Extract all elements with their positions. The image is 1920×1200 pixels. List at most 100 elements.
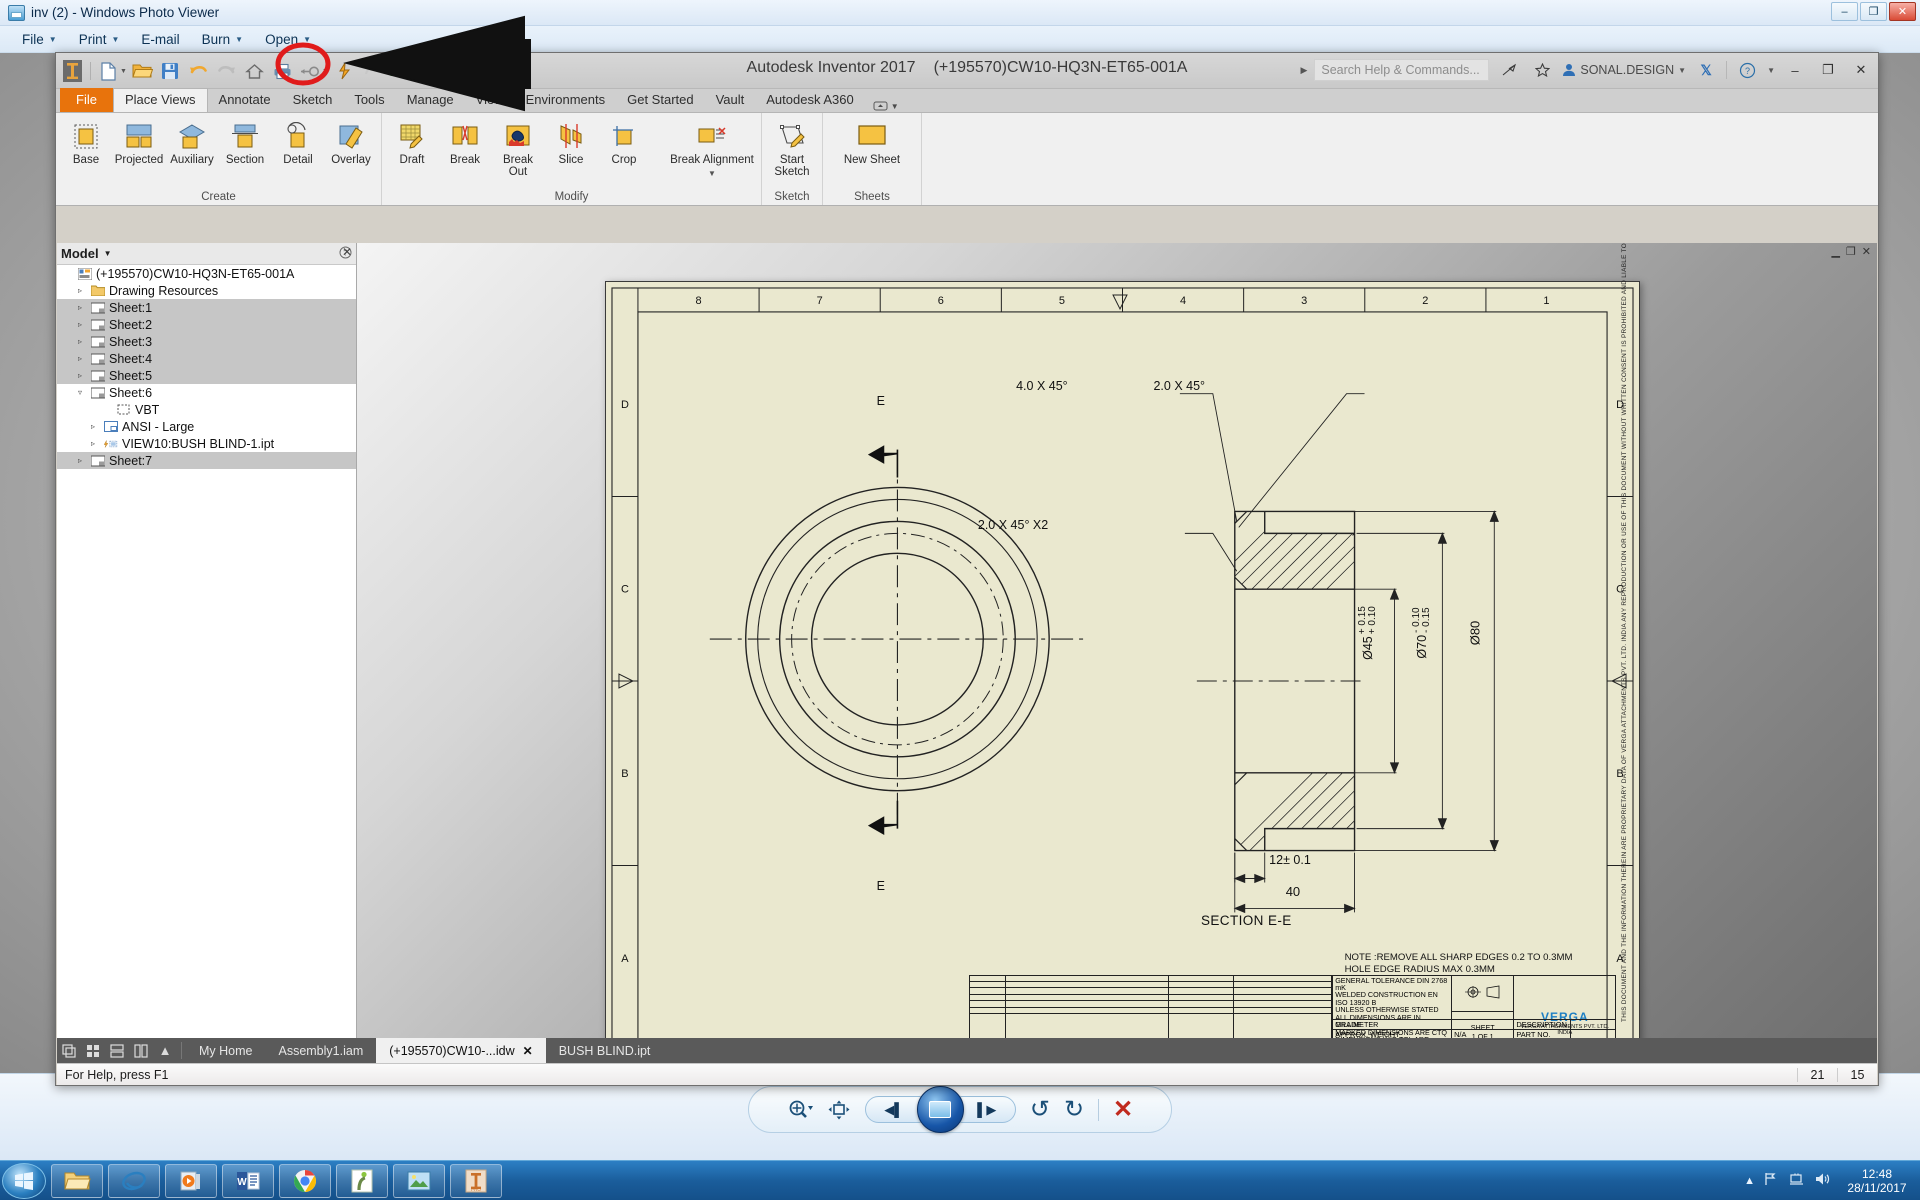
clock[interactable]: 12:48 28/11/2017 bbox=[1840, 1167, 1914, 1195]
inventor-minimize-button[interactable]: – bbox=[1782, 59, 1808, 81]
new-sheet-button[interactable]: New Sheet bbox=[827, 117, 917, 169]
tab-file[interactable]: File bbox=[60, 88, 113, 112]
auxiliary-view-button[interactable]: Auxiliary bbox=[166, 117, 218, 169]
tree-item-sheet-1[interactable]: ▹ Sheet:1 bbox=[57, 299, 356, 316]
browser-title[interactable]: Model ▼ bbox=[61, 246, 111, 261]
crop-button[interactable]: Crop bbox=[598, 117, 650, 169]
app-icon[interactable] bbox=[336, 1163, 388, 1198]
projected-view-button[interactable]: Projected bbox=[113, 117, 165, 169]
open-icon[interactable] bbox=[130, 59, 155, 83]
show-hidden-icons[interactable]: ▲ bbox=[1744, 1175, 1755, 1187]
chevron-down-icon[interactable]: ▼ bbox=[708, 168, 716, 180]
grid-icon[interactable] bbox=[81, 1038, 105, 1063]
new-icon[interactable] bbox=[96, 59, 121, 83]
overlay-view-button[interactable]: Overlay bbox=[325, 117, 377, 169]
break-button[interactable]: Break bbox=[439, 117, 491, 169]
base-view-button[interactable]: Base bbox=[60, 117, 112, 169]
favorites-star-icon[interactable] bbox=[1529, 59, 1555, 81]
user-account[interactable]: SONAL.DESIGN ▼ bbox=[1562, 63, 1686, 77]
inventor-restore-button[interactable]: ❐ bbox=[1815, 59, 1841, 81]
zoom-icon[interactable] bbox=[787, 1099, 813, 1121]
tab-view[interactable]: View bbox=[465, 89, 515, 112]
tree-item-sheet-6[interactable]: ▿ Sheet:6 bbox=[57, 384, 356, 401]
tab-get-started[interactable]: Get Started bbox=[616, 89, 704, 112]
chevron-down-icon[interactable]: ▼ bbox=[412, 68, 419, 75]
explorer-icon[interactable] bbox=[51, 1163, 103, 1198]
vault-icon[interactable] bbox=[388, 59, 413, 83]
tree-twisty[interactable]: ▹ bbox=[74, 320, 86, 329]
chevron-right-icon[interactable]: ▶ bbox=[1300, 65, 1307, 76]
chevron-down-icon[interactable]: ▼ bbox=[104, 249, 112, 258]
collapse-icon[interactable]: ▲ bbox=[153, 1038, 177, 1063]
chevron-down-icon[interactable]: ▼ bbox=[120, 68, 127, 75]
close-icon[interactable]: ✕ bbox=[523, 1044, 533, 1058]
tab-vault[interactable]: Vault bbox=[705, 89, 756, 112]
return-icon[interactable] bbox=[360, 59, 385, 83]
internet-explorer-icon[interactable] bbox=[108, 1163, 160, 1198]
add-icon[interactable] bbox=[422, 59, 447, 83]
slideshow-button[interactable] bbox=[916, 1086, 964, 1133]
select-icon[interactable] bbox=[298, 59, 323, 83]
tree-item-drawing-resources[interactable]: ▹ Drawing Resources bbox=[57, 282, 356, 299]
close-icon[interactable]: ✕ bbox=[342, 245, 352, 259]
chevron-down-icon[interactable]: ▼ bbox=[1767, 66, 1775, 75]
share-icon[interactable] bbox=[1496, 59, 1522, 81]
menu-burn[interactable]: Burn ▼ bbox=[192, 29, 253, 50]
menu-email[interactable]: E-mail bbox=[131, 29, 189, 50]
drawing-sheet[interactable]: 8765432187654321DDCCBBAA 2.0 X 45° 4.0 X… bbox=[605, 243, 1640, 1038]
media-player-icon[interactable] bbox=[165, 1163, 217, 1198]
redo-icon[interactable] bbox=[214, 59, 239, 83]
tile-icon[interactable] bbox=[57, 1038, 81, 1063]
update-icon[interactable] bbox=[332, 59, 357, 83]
network-icon[interactable] bbox=[1764, 1172, 1780, 1189]
delete-icon[interactable]: ✕ bbox=[1113, 1095, 1133, 1124]
menu-print[interactable]: Print ▼ bbox=[69, 29, 130, 50]
volume-icon[interactable] bbox=[1814, 1172, 1831, 1189]
horizontal-icon[interactable] bbox=[105, 1038, 129, 1063]
maximize-button[interactable]: ❐ bbox=[1860, 2, 1887, 21]
doctab-bush-blind[interactable]: BUSH BLIND.ipt bbox=[546, 1038, 664, 1063]
inventor-close-button[interactable]: ✕ bbox=[1848, 59, 1874, 81]
word-icon[interactable]: W bbox=[222, 1163, 274, 1198]
tab-place-views[interactable]: Place Views bbox=[112, 88, 208, 112]
tab-autodesk-a360[interactable]: Autodesk A360 bbox=[755, 89, 864, 112]
break-out-button[interactable]: Break Out bbox=[492, 117, 544, 181]
inventor-icon[interactable]: PRO bbox=[450, 1163, 502, 1198]
tree-item-sheet-2[interactable]: ▹ Sheet:2 bbox=[57, 316, 356, 333]
tree-twisty[interactable]: ▹ bbox=[74, 303, 86, 312]
tree-twisty[interactable]: ▿ bbox=[74, 388, 86, 397]
chevron-down-icon[interactable]: ▼ bbox=[446, 68, 453, 75]
menu-open[interactable]: Open ▼ bbox=[255, 29, 321, 50]
photo-viewer-icon[interactable] bbox=[393, 1163, 445, 1198]
menu-file[interactable]: File ▼ bbox=[12, 29, 67, 50]
minimize-button[interactable]: – bbox=[1831, 2, 1858, 21]
tree-twisty[interactable]: ▹ bbox=[74, 456, 86, 465]
doctab-assembly1[interactable]: Assembly1.iam bbox=[265, 1038, 376, 1063]
rotate-counterclockwise-icon[interactable]: ↺ bbox=[1030, 1095, 1050, 1124]
windows-start-icon[interactable] bbox=[2, 1162, 46, 1199]
chrome-icon[interactable] bbox=[279, 1163, 331, 1198]
tree-twisty[interactable]: ▹ bbox=[74, 354, 86, 363]
tree-twisty[interactable]: ▹ bbox=[87, 422, 99, 431]
undo-icon[interactable] bbox=[186, 59, 211, 83]
tab-sketch[interactable]: Sketch bbox=[282, 89, 344, 112]
vertical-icon[interactable] bbox=[129, 1038, 153, 1063]
doctab-drawing[interactable]: (+195570)CW10-...idw ✕ bbox=[376, 1038, 546, 1063]
doctab-my-home[interactable]: My Home bbox=[186, 1038, 265, 1063]
action-center-icon[interactable] bbox=[1789, 1172, 1805, 1189]
tab-annotate[interactable]: Annotate bbox=[208, 89, 282, 112]
tree-twisty[interactable]: ▹ bbox=[87, 439, 99, 448]
tree-item-195570-cw10-hq3n-et65-001a[interactable]: (+195570)CW10-HQ3N-ET65-001A bbox=[57, 265, 356, 282]
tree-twisty[interactable]: ▹ bbox=[74, 337, 86, 346]
section-view-button[interactable]: Section bbox=[219, 117, 271, 169]
ribbon-collapse-control[interactable]: ▼ bbox=[873, 100, 899, 112]
detail-view-button[interactable]: Detail bbox=[272, 117, 324, 169]
minimize-icon[interactable]: ▁ bbox=[1831, 245, 1839, 258]
tab-manage[interactable]: Manage bbox=[396, 89, 465, 112]
tab-environments[interactable]: Environments bbox=[515, 89, 616, 112]
print-icon[interactable] bbox=[270, 59, 295, 83]
start-sketch-button[interactable]: Start Sketch bbox=[766, 117, 818, 181]
tree-item-sheet-5[interactable]: ▹ Sheet:5 bbox=[57, 367, 356, 384]
tree-item-view10-bush-blind-1-ipt[interactable]: ▹ VIEW10:BUSH BLIND-1.ipt bbox=[57, 435, 356, 452]
close-button[interactable]: ✕ bbox=[1889, 2, 1916, 21]
